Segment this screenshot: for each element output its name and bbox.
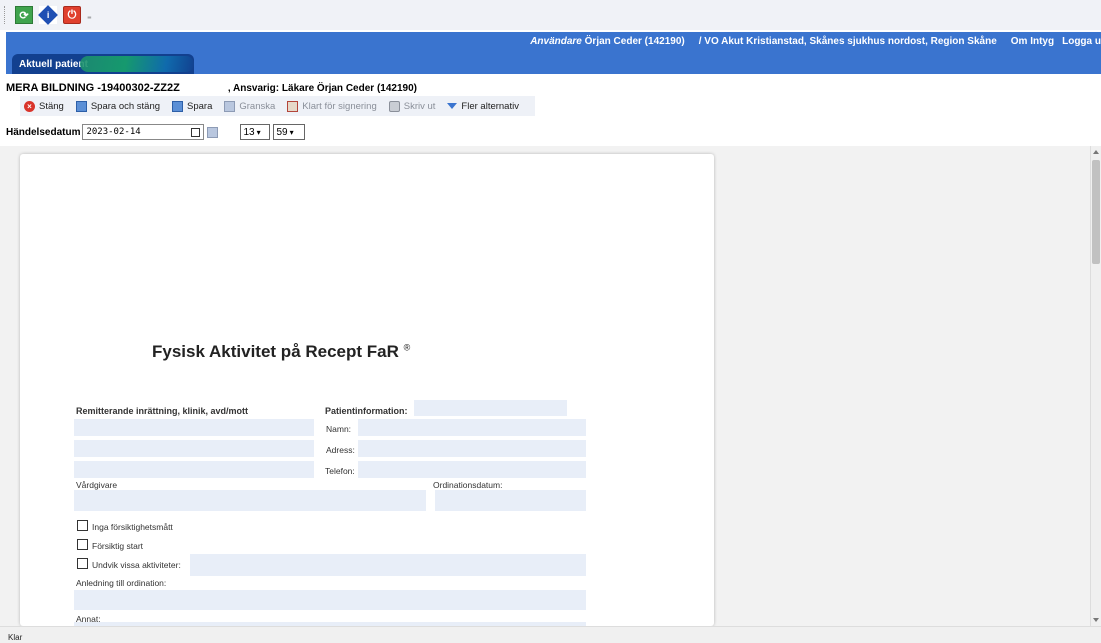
avoid-activities-label: Undvik vissa aktiviteter: — [92, 560, 181, 570]
action-toolbar: × Stäng Spara och stäng Spara Granska Kla… — [20, 96, 535, 116]
form-title: Fysisk Aktivitet på Recept FaR ® — [152, 342, 411, 361]
event-date-input[interactable]: 2023-02-14 — [82, 124, 205, 140]
review-button[interactable]: Granska — [220, 100, 283, 112]
far-form: Fysisk Aktivitet på Recept FaR ® Remitte… — [20, 154, 714, 626]
ready-for-signing-button[interactable]: Klart för signering — [283, 100, 384, 112]
event-date-row: Händelsedatum 2023-02-14 13 ▾ 59 ▾ — [6, 124, 306, 140]
tab-current-patient-label: Aktuell patient — [19, 59, 88, 70]
tab-current-patient[interactable]: Aktuell patient — [12, 54, 194, 74]
close-icon: × — [24, 100, 35, 112]
order-date-field[interactable] — [435, 490, 586, 511]
power-icon[interactable]: ⏻ — [63, 6, 81, 24]
print-button[interactable]: Skriv ut — [385, 100, 444, 112]
chevron-down-icon — [447, 103, 458, 109]
phone-label: Telefon: — [325, 466, 355, 476]
more-options-button[interactable]: Fler alternativ — [443, 101, 527, 112]
logout-link[interactable]: Logga u — [1062, 36, 1101, 47]
toolbar-overflow-icon[interactable]: ⁼ — [87, 14, 92, 25]
avoid-activities-field[interactable] — [190, 554, 586, 576]
order-date-label: Ordinationsdatum: — [433, 480, 503, 490]
info-icon[interactable]: i — [38, 5, 58, 25]
close-button[interactable]: × Stäng — [20, 100, 72, 112]
scroll-up-icon[interactable] — [1093, 150, 1099, 154]
careful-start-checkbox[interactable] — [77, 539, 88, 550]
hour-select[interactable]: 13 ▾ — [240, 124, 271, 140]
calendar-icon[interactable] — [191, 127, 201, 137]
patient-name-id: MERA BILDNING -19400302-ZZ2Z — [6, 82, 180, 94]
minute-select[interactable]: 59 ▾ — [273, 124, 306, 140]
avoid-activities-checkbox[interactable] — [77, 558, 88, 569]
redaction-mark — [80, 56, 194, 72]
no-precautions-checkbox[interactable] — [77, 520, 88, 531]
reason-field[interactable] — [74, 590, 586, 610]
review-icon — [224, 100, 236, 112]
name-field[interactable] — [358, 419, 586, 436]
status-bar: Klar — [0, 626, 1101, 643]
referring-unit-field-3[interactable] — [74, 461, 314, 478]
header-user-area: Användare Örjan Ceder (142190) / VO Akut… — [530, 36, 1101, 47]
scroll-down-icon[interactable] — [1093, 618, 1099, 622]
caregiver-field[interactable] — [74, 490, 426, 511]
save-button[interactable]: Spara — [168, 100, 220, 112]
referring-unit-field-1[interactable] — [74, 419, 314, 436]
no-precautions-label: Inga försiktighetsmått — [92, 522, 173, 532]
phone-field[interactable] — [358, 461, 586, 478]
print-icon — [388, 100, 400, 112]
reason-label: Anledning till ordination: — [76, 578, 167, 588]
patient-info-label: Patientinformation: — [325, 406, 408, 416]
caregiver-label: Vårdgivare — [76, 480, 118, 490]
save-icon — [75, 100, 87, 112]
chevron-down-icon: ▾ — [289, 127, 294, 137]
user-info: Användare Örjan Ceder (142190) — [530, 36, 685, 47]
referring-unit-field-2[interactable] — [74, 440, 314, 457]
vertical-scrollbar[interactable] — [1090, 146, 1101, 626]
save-icon — [172, 100, 184, 112]
care-unit: / VO Akut Kristianstad, Skånes sjukhus n… — [698, 36, 997, 47]
referring-unit-label: Remitterande inrättning, klinik, avd/mot… — [76, 406, 249, 416]
about-link[interactable]: Om Intyg — [1011, 36, 1054, 47]
save-and-close-button[interactable]: Spara och stäng — [72, 100, 168, 112]
top-toolbar: ⟳ i ⏻ ⁼ — [0, 0, 1101, 30]
sign-icon — [287, 100, 299, 112]
chevron-down-icon: ▾ — [256, 127, 261, 137]
event-date-label: Händelsedatum — [6, 126, 81, 138]
toolbar-grip[interactable] — [4, 6, 7, 24]
status-text: Klar — [8, 633, 23, 642]
calendar-picker-icon[interactable] — [207, 126, 219, 138]
refresh-icon[interactable]: ⟳ — [15, 6, 33, 24]
careful-start-label: Försiktig start — [92, 541, 144, 551]
app-header: Användare Örjan Ceder (142190) / VO Akut… — [6, 32, 1101, 74]
address-label: Adress: — [326, 445, 355, 455]
responsible-doctor: , Ansvarig: Läkare Örjan Ceder (142190) — [227, 83, 417, 94]
scrollbar-thumb[interactable] — [1092, 160, 1100, 264]
address-field[interactable] — [358, 440, 586, 457]
patient-banner: MERA BILDNING -19400302-ZZ2Z , Ansvarig:… — [6, 82, 417, 94]
patient-info-field[interactable] — [414, 400, 567, 416]
document-viewport: Fysisk Aktivitet på Recept FaR ® Remitte… — [0, 146, 1090, 626]
name-label: Namn: — [326, 424, 352, 434]
